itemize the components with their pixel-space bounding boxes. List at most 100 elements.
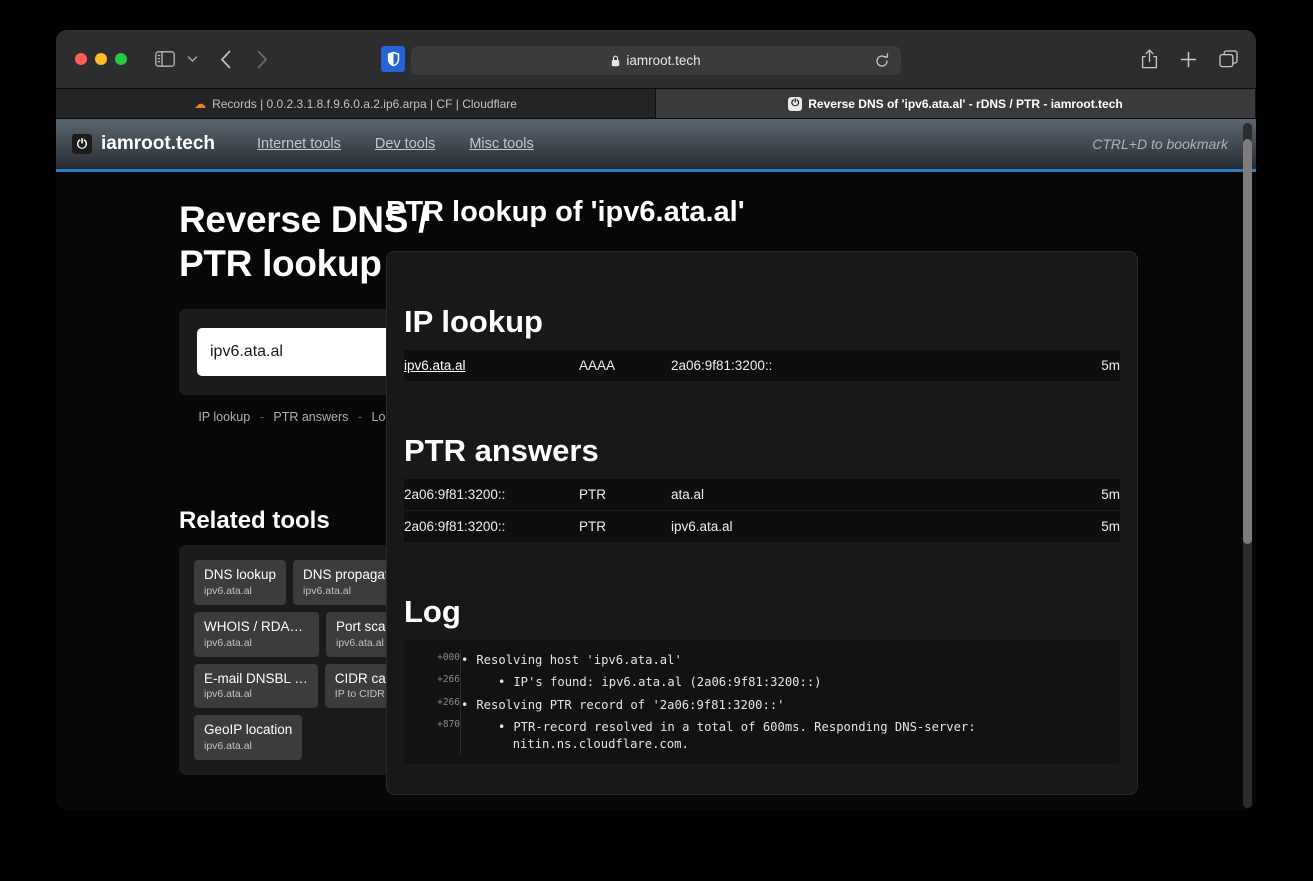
shield-icon[interactable]: [381, 46, 405, 72]
nav-item-misc-tools[interactable]: Misc tools: [455, 130, 547, 158]
anchor-ptr-answers[interactable]: PTR answers: [273, 410, 348, 424]
lock-icon: [611, 55, 620, 67]
browser-toolbar: iamroot.tech: [56, 30, 1256, 89]
address-bar[interactable]: iamroot.tech: [411, 46, 901, 75]
site-brand-label: iamroot.tech: [101, 133, 215, 155]
power-icon: ⏻: [72, 134, 92, 154]
bullet-icon: •: [498, 675, 505, 689]
ip-lookup-heading: IP lookup: [404, 304, 1120, 340]
result-title: PTR lookup of 'ipv6.ata.al': [386, 196, 1138, 229]
table-row: ipv6.ata.al AAAA 2a06:9f81:3200:: 5m: [404, 350, 1120, 381]
nav-item-internet-tools[interactable]: Internet tools: [243, 130, 355, 158]
site-nav-links: Internet tools Dev tools Misc tools: [243, 130, 548, 158]
site-navbar: ⏻ iamroot.tech Internet tools Dev tools …: [56, 119, 1256, 172]
log-row: +000 • Resolving host 'ipv6.ata.al': [404, 649, 1120, 671]
browser-tab-reverse-dns[interactable]: ⏻ Reverse DNS of 'ipv6.ata.al' - rDNS / …: [656, 89, 1256, 118]
related-tool-title: GeoIP location: [204, 722, 292, 739]
browser-tab-records[interactable]: ☁ Records | 0.0.2.3.1.8.f.9.6.0.a.2.ip6.…: [56, 89, 656, 118]
toolbar-actions: [1141, 49, 1238, 74]
related-tool-subtitle: ipv6.ata.al: [204, 637, 309, 649]
record-ttl-cell: 5m: [1060, 350, 1120, 381]
record-name-link[interactable]: ipv6.ata.al: [404, 358, 466, 373]
record-ttl-cell: 5m: [1060, 479, 1120, 511]
bookmark-hint: CTRL+D to bookmark: [1092, 136, 1228, 152]
bullet-icon: •: [498, 720, 505, 734]
log-table: +000 • Resolving host 'ipv6.ata.al' +266 …: [404, 649, 1120, 755]
related-tool-tile[interactable]: E-mail DNSBL … ipv6.ata.al: [194, 664, 318, 709]
log-message-cell: •PTR-record resolved in a total of 600ms…: [461, 716, 1121, 755]
log-timestamp: +000: [404, 649, 461, 671]
cloudflare-icon: ☁: [194, 97, 206, 111]
table-row: 2a06:9f81:3200:: PTR ata.al 5m: [404, 479, 1120, 511]
browser-window: iamroot.tech: [56, 30, 1256, 810]
browser-tab-title: Records | 0.0.2.3.1.8.f.9.6.0.a.2.ip6.ar…: [212, 97, 517, 111]
log-row: +266 • IP's found: ipv6.ata.al (2a06:9f81…: [404, 671, 1120, 693]
ptr-answers-table: 2a06:9f81:3200:: PTR ata.al 5m 2a06:9f81…: [404, 479, 1120, 542]
related-tool-tile[interactable]: DNS lookup ipv6.ata.al: [194, 560, 286, 605]
log-timestamp: +870: [404, 716, 461, 755]
log-message-cell: • Resolving PTR record of '2a06:9f81:3200…: [461, 694, 1121, 716]
ip-lookup-table: ipv6.ata.al AAAA 2a06:9f81:3200:: 5m: [404, 350, 1120, 381]
record-value-cell: ata.al: [671, 479, 1060, 511]
share-icon[interactable]: [1141, 49, 1158, 74]
window-controls: [75, 53, 127, 65]
related-tool-tile[interactable]: WHOIS / RDAP … ipv6.ata.al: [194, 612, 319, 657]
related-tool-title: WHOIS / RDAP …: [204, 619, 309, 636]
log-row: +266 • Resolving PTR record of '2a06:9f81…: [404, 694, 1120, 716]
related-tool-title: E-mail DNSBL …: [204, 671, 308, 688]
sidebar-toggle-icon[interactable]: [154, 50, 176, 68]
bullet-icon: •: [461, 653, 468, 667]
record-type-cell: AAAA: [579, 350, 671, 381]
back-button[interactable]: [216, 49, 236, 69]
tab-overview-icon[interactable]: [1219, 50, 1238, 73]
log-timestamp: +266: [404, 694, 461, 716]
minimize-window-button[interactable]: [95, 53, 107, 65]
table-row: 2a06:9f81:3200:: PTR ipv6.ata.al 5m: [404, 511, 1120, 543]
ptr-answers-heading: PTR answers: [404, 433, 1120, 469]
results-card: IP lookup ipv6.ata.al AAAA 2a06:9f81:320…: [386, 251, 1138, 795]
page-viewport: ⏻ iamroot.tech Internet tools Dev tools …: [56, 119, 1256, 810]
related-tool-subtitle: ipv6.ata.al: [204, 585, 276, 597]
related-tool-tile[interactable]: GeoIP location ipv6.ata.al: [194, 715, 302, 760]
related-tool-subtitle: ipv6.ata.al: [204, 740, 292, 752]
log-output: +000 • Resolving host 'ipv6.ata.al' +266 …: [404, 640, 1120, 764]
reload-icon[interactable]: [875, 53, 889, 69]
bullet-icon: •: [461, 698, 468, 712]
address-bar-text: iamroot.tech: [626, 53, 700, 68]
related-tool-title: DNS lookup: [204, 567, 276, 584]
maximize-window-button[interactable]: [115, 53, 127, 65]
anchor-separator: -: [260, 410, 264, 424]
log-row: +870 •PTR-record resolved in a total of …: [404, 716, 1120, 755]
page-content: Reverse DNS / PTR lookup GO! IP lookup -…: [56, 172, 1256, 795]
log-message: Resolving PTR record of '2a06:9f81:3200:…: [476, 698, 784, 712]
log-message-cell: • IP's found: ipv6.ata.al (2a06:9f81:3200…: [461, 671, 1121, 693]
browser-tab-title: Reverse DNS of 'ipv6.ata.al' - rDNS / PT…: [808, 97, 1122, 111]
log-message-cell: • Resolving host 'ipv6.ata.al': [461, 649, 1121, 671]
record-type-cell: PTR: [579, 479, 671, 511]
log-message: Resolving host 'ipv6.ata.al': [476, 653, 681, 667]
related-tool-subtitle: ipv6.ata.al: [204, 688, 308, 700]
log-message: IP's found: ipv6.ata.al (2a06:9f81:3200:…: [513, 675, 821, 689]
related-tools-heading: Related tools: [179, 507, 386, 535]
chevron-down-icon[interactable]: [184, 50, 200, 68]
record-value-cell: ipv6.ata.al: [671, 511, 1060, 543]
record-name-cell: 2a06:9f81:3200::: [404, 511, 579, 543]
right-column: PTR lookup of 'ipv6.ata.al' IP lookup ip…: [386, 172, 1256, 795]
close-window-button[interactable]: [75, 53, 87, 65]
forward-button[interactable]: [252, 49, 272, 69]
log-message: PTR-record resolved in a total of 600ms.…: [498, 720, 976, 750]
plus-icon[interactable]: [1180, 51, 1197, 73]
left-column: Reverse DNS / PTR lookup GO! IP lookup -…: [56, 172, 386, 795]
power-icon: ⏻: [788, 97, 802, 111]
anchor-ip-lookup[interactable]: IP lookup: [198, 410, 250, 424]
nav-item-dev-tools[interactable]: Dev tools: [361, 130, 449, 158]
record-ttl-cell: 5m: [1060, 511, 1120, 543]
record-value-cell: 2a06:9f81:3200::: [671, 350, 1060, 381]
record-name-cell: ipv6.ata.al: [404, 350, 579, 381]
log-heading: Log: [404, 594, 1120, 630]
record-type-cell: PTR: [579, 511, 671, 543]
tab-strip: ☁ Records | 0.0.2.3.1.8.f.9.6.0.a.2.ip6.…: [56, 89, 1256, 119]
log-timestamp: +266: [404, 671, 461, 693]
anchor-separator: -: [358, 410, 362, 424]
site-brand[interactable]: ⏻ iamroot.tech: [72, 133, 215, 155]
